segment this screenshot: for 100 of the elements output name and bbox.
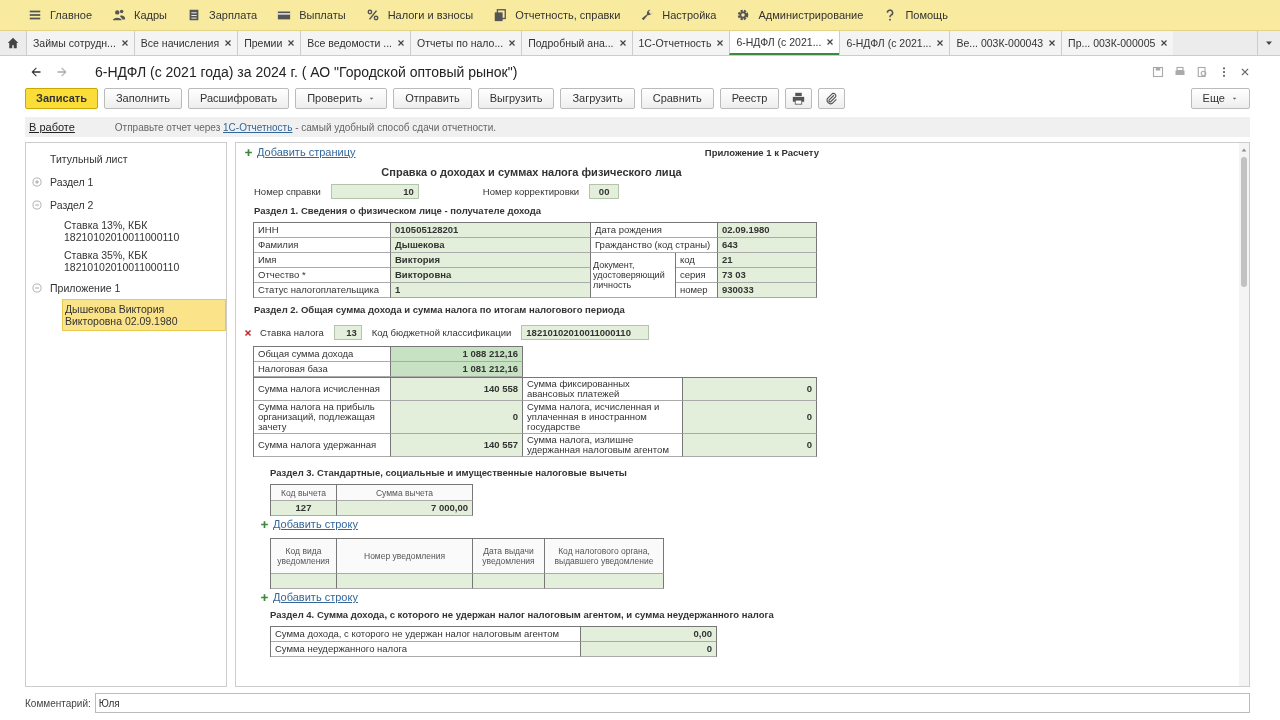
- field-value[interactable]: Викторовна: [391, 268, 591, 283]
- comment-field[interactable]: Юля: [94, 693, 1250, 713]
- close-icon[interactable]: [397, 39, 406, 47]
- menu-item[interactable]: Зарплата: [187, 8, 270, 22]
- print-button[interactable]: [785, 87, 813, 109]
- tab[interactable]: Отчеты по нало...: [410, 31, 522, 55]
- toolbar-button[interactable]: Сравнить: [640, 87, 714, 109]
- close-icon[interactable]: [1048, 39, 1057, 47]
- toolbar-button[interactable]: Выгрузить: [477, 87, 555, 109]
- field-value[interactable]: 140 558: [391, 378, 523, 401]
- attach-button[interactable]: [818, 87, 846, 109]
- info-message: Отправьте отчет через 1С-Отчетность - самый удобный способ сдачи отчетности.: [114, 121, 497, 133]
- toolbar-button[interactable]: Расшифровать: [187, 87, 290, 109]
- menu-item[interactable]: Отчетность, справки: [493, 8, 633, 22]
- add-link[interactable]: Добавить страницу: [257, 146, 356, 158]
- table-field[interactable]: [473, 574, 545, 589]
- tree-item[interactable]: Дышекова Виктория Викторовна 02.09.1980: [62, 299, 226, 331]
- tab[interactable]: Займы сотрудн...: [26, 31, 134, 55]
- tab[interactable]: 6-НДФЛ (с 2021...: [839, 31, 950, 55]
- settings-icon: [736, 8, 751, 22]
- tab[interactable]: Ве... 003К-000043: [949, 31, 1062, 55]
- number-field[interactable]: 10: [330, 184, 419, 199]
- close-icon[interactable]: [224, 39, 233, 47]
- save-button[interactable]: Записать: [25, 87, 98, 109]
- toolbar-button[interactable]: Отправить: [393, 87, 472, 109]
- add-link[interactable]: Добавить строку: [273, 518, 358, 530]
- field-value[interactable]: 1 088 212,16: [391, 347, 523, 362]
- menu-item[interactable]: Кадры: [112, 8, 179, 22]
- field-value[interactable]: 0,00: [581, 627, 717, 642]
- field-value[interactable]: Дышекова: [391, 238, 591, 253]
- plus-icon[interactable]: [244, 147, 253, 157]
- table-field[interactable]: [545, 574, 664, 589]
- tab[interactable]: Премии: [237, 31, 301, 55]
- field-value[interactable]: Виктория: [391, 253, 591, 268]
- field-value[interactable]: 010505128201: [391, 223, 591, 238]
- close-icon[interactable]: [508, 39, 517, 47]
- tree-item[interactable]: Титульный лист: [48, 149, 130, 168]
- field-value[interactable]: 0: [683, 434, 817, 457]
- table-field[interactable]: [337, 574, 473, 589]
- plus-icon[interactable]: [260, 519, 269, 529]
- tree-item[interactable]: Ставка 35%, КБК 18210102010011000110: [62, 246, 224, 276]
- close-icon[interactable]: [936, 39, 945, 47]
- tab[interactable]: Все ведомости ...: [300, 31, 411, 55]
- rate-field[interactable]: 13: [333, 325, 362, 340]
- menu-item[interactable]: Выплаты: [277, 8, 358, 22]
- column-header: Код вычета: [271, 485, 337, 501]
- tab[interactable]: 1С-Отчетность: [631, 31, 730, 55]
- toolbar-button[interactable]: Заполнить: [103, 87, 182, 109]
- field-value[interactable]: 643: [718, 238, 817, 253]
- field-value[interactable]: 0: [581, 642, 717, 657]
- add-link[interactable]: Добавить строку: [273, 591, 358, 603]
- toolbar-button[interactable]: Реестр: [719, 87, 780, 109]
- field-value[interactable]: 21: [718, 253, 817, 268]
- menu-item[interactable]: Налоги и взносы: [365, 8, 486, 22]
- status-link[interactable]: В работе: [29, 121, 75, 133]
- scrollbar-thumb[interactable]: [1241, 157, 1247, 287]
- menu-item[interactable]: Главное: [28, 8, 105, 22]
- field-value[interactable]: 73 03: [718, 268, 817, 283]
- delete-icon[interactable]: [244, 328, 252, 337]
- kbk-field[interactable]: 18210102010011000110: [521, 325, 650, 340]
- close-icon[interactable]: [1160, 39, 1169, 47]
- field-value[interactable]: 1: [391, 283, 591, 298]
- scrollbar[interactable]: [1239, 143, 1249, 686]
- close-icon[interactable]: [826, 38, 835, 46]
- reporting-link[interactable]: 1С-Отчетность: [223, 121, 293, 133]
- field-value[interactable]: 0: [391, 401, 523, 434]
- section-title: Раздел 4. Сумма дохода, с которого не удержан налог налоговым агентом, и сумма неудержанного налога: [270, 609, 775, 620]
- toolbar-button[interactable]: Загрузить: [560, 87, 635, 109]
- tree-item[interactable]: Раздел 2: [48, 195, 96, 214]
- menu-item[interactable]: Помощь: [883, 8, 960, 22]
- field-value[interactable]: 0: [683, 401, 817, 434]
- field-value[interactable]: 127: [271, 501, 337, 516]
- tab[interactable]: Все начисления: [133, 31, 238, 55]
- field-value[interactable]: 02.09.1980: [718, 223, 817, 238]
- field-value[interactable]: 930033: [718, 283, 817, 298]
- close-icon[interactable]: [618, 39, 627, 47]
- plus-icon[interactable]: [260, 592, 269, 602]
- close-icon[interactable]: [120, 39, 129, 47]
- field-label: Гражданство (код страны): [591, 238, 718, 253]
- toolbar-button[interactable]: Проверить: [295, 87, 388, 109]
- menu-item[interactable]: Администрирование: [736, 8, 876, 22]
- field-value[interactable]: 140 557: [391, 434, 523, 457]
- close-icon[interactable]: [287, 39, 296, 47]
- tree-item[interactable]: Раздел 1: [48, 172, 96, 191]
- tab[interactable]: 6-НДФЛ (с 2021...: [729, 31, 840, 55]
- tab[interactable]: Подробный ана...: [521, 31, 632, 55]
- tree-item[interactable]: Ставка 13%, КБК 18210102010011000110: [62, 216, 224, 246]
- tab[interactable]: Пр... 003К-000005: [1061, 31, 1174, 55]
- close-icon[interactable]: [716, 39, 725, 47]
- field-value[interactable]: 1 081 212,16: [391, 362, 523, 377]
- field-label: Ставка налога: [260, 327, 324, 338]
- menu-item[interactable]: Настройка: [640, 8, 729, 22]
- tree-item[interactable]: Приложение 1: [48, 278, 123, 297]
- field-value[interactable]: 7 000,00: [337, 501, 473, 516]
- correction-field[interactable]: 00: [589, 184, 620, 199]
- more-button[interactable]: Еще: [1190, 87, 1250, 109]
- close-icon[interactable]: [1240, 66, 1250, 77]
- field-value[interactable]: 0: [683, 378, 817, 401]
- field-label: Сумма неудержанного налога: [271, 642, 581, 657]
- table-field[interactable]: [271, 574, 337, 589]
